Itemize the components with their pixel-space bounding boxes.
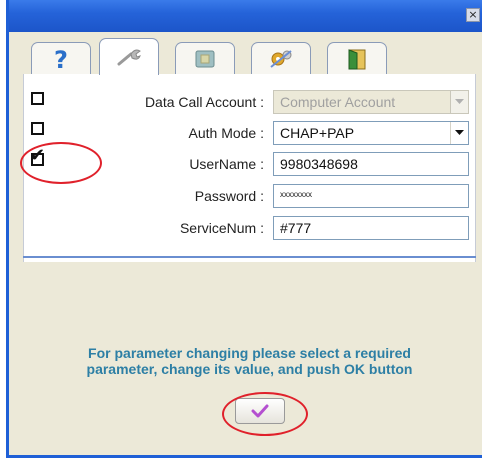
data-call-account-value: Computer Account	[280, 94, 396, 110]
tab-tools[interactable]	[251, 42, 311, 74]
annotation-circle-checkbox	[20, 142, 102, 184]
auth-mode-label: Auth Mode :	[188, 125, 265, 141]
auth-mode-select[interactable]: CHAP+PAP	[273, 121, 469, 145]
tab-help[interactable]: ?	[31, 42, 91, 74]
auth-mode-value: CHAP+PAP	[280, 125, 355, 141]
instruction-text: For parameter changing please select a r…	[23, 345, 476, 377]
tab-sim[interactable]	[175, 42, 235, 74]
data-call-account-label: Data Call Account :	[144, 94, 264, 110]
tab-strip: ?	[23, 38, 476, 75]
chevron-down-icon	[455, 130, 464, 135]
close-button[interactable]: ×	[466, 8, 480, 22]
auth-mode-dropdown-arrow[interactable]	[450, 122, 468, 144]
data-call-account-select[interactable]: Computer Account	[273, 90, 469, 114]
sim-card-icon	[195, 50, 215, 67]
section-divider	[23, 256, 476, 258]
settings-window: × ? ✔ Data Call Account: Auth Mode: Us…	[6, 0, 482, 458]
data-call-account-dropdown-arrow[interactable]	[450, 91, 468, 113]
service-num-input[interactable]: #777	[273, 216, 469, 240]
svg-text:?: ?	[54, 46, 68, 72]
auth-mode-checkbox[interactable]	[31, 122, 44, 135]
username-value: 9980348698	[280, 156, 358, 172]
service-num-value: #777	[280, 220, 312, 236]
service-num-label: ServiceNum :	[179, 220, 264, 236]
wrench-icon	[117, 49, 141, 66]
instruction-line-2: parameter, change its value, and push OK…	[86, 361, 413, 377]
annotation-circle-ok-button	[222, 392, 308, 436]
close-icon[interactable]: ×	[468, 8, 477, 21]
title-bar[interactable]: ×	[9, 0, 482, 32]
data-call-account-checkbox[interactable]	[31, 92, 44, 105]
tab-door[interactable]	[327, 42, 387, 74]
question-icon: ?	[54, 46, 68, 72]
door-icon	[348, 48, 366, 69]
username-label: UserName :	[189, 156, 264, 172]
tab-settings[interactable]	[99, 38, 159, 75]
gear-icon	[270, 49, 292, 68]
password-input[interactable]: xxxxxxxx	[273, 184, 469, 208]
chevron-down-icon	[455, 99, 464, 104]
instruction-line-1: For parameter changing please select a r…	[88, 345, 411, 361]
password-value: xxxxxxxx	[280, 190, 312, 199]
username-input[interactable]: 9980348698	[273, 152, 469, 176]
password-label: Password :	[194, 188, 264, 204]
